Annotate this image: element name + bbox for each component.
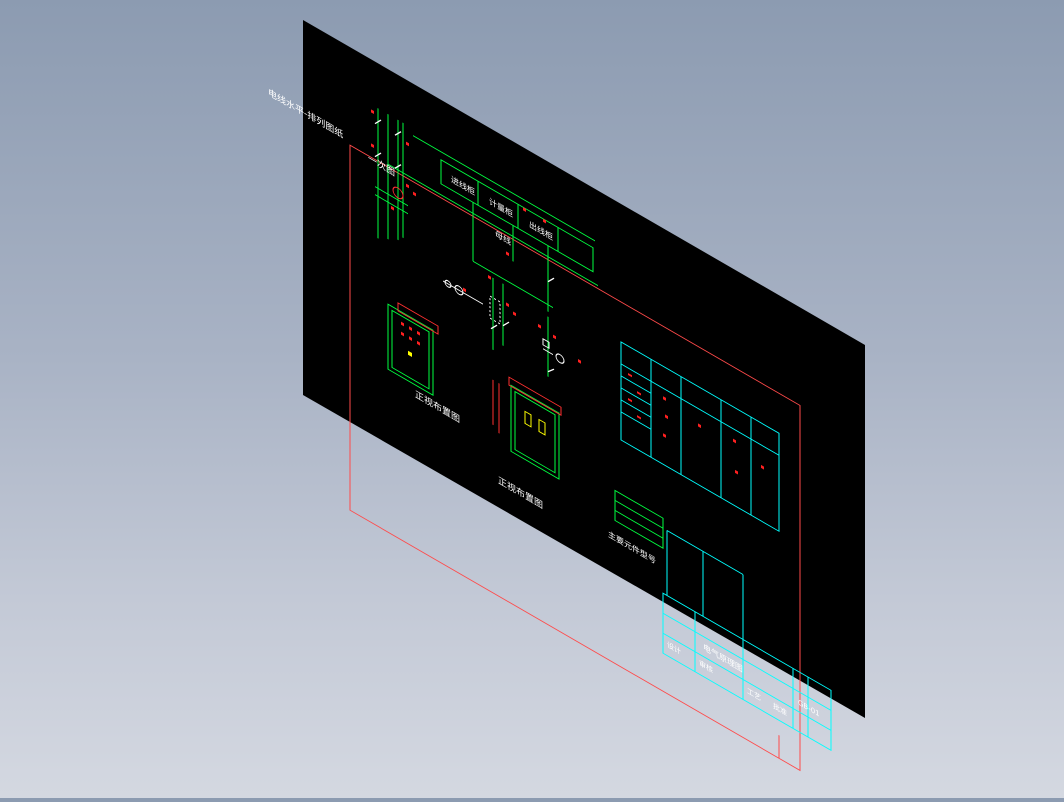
title-block-label-4: 批准: [773, 700, 787, 718]
cad-viewport[interactable]: 进线柜 计量柜 出线柜 电线水平-排列图纸 一次图 母线 正视布置图 正视布置图…: [0, 0, 1064, 798]
title-block-label-1: 设计: [667, 639, 681, 657]
drawing-canvas[interactable]: 进线柜 计量柜 出线柜 电线水平-排列图纸 一次图 母线 正视布置图 正视布置图…: [0, 0, 1064, 798]
title-block-label-2: 审核: [699, 658, 713, 676]
drawing-number: GB-01: [798, 698, 820, 719]
drawing-sheet: [303, 20, 865, 718]
